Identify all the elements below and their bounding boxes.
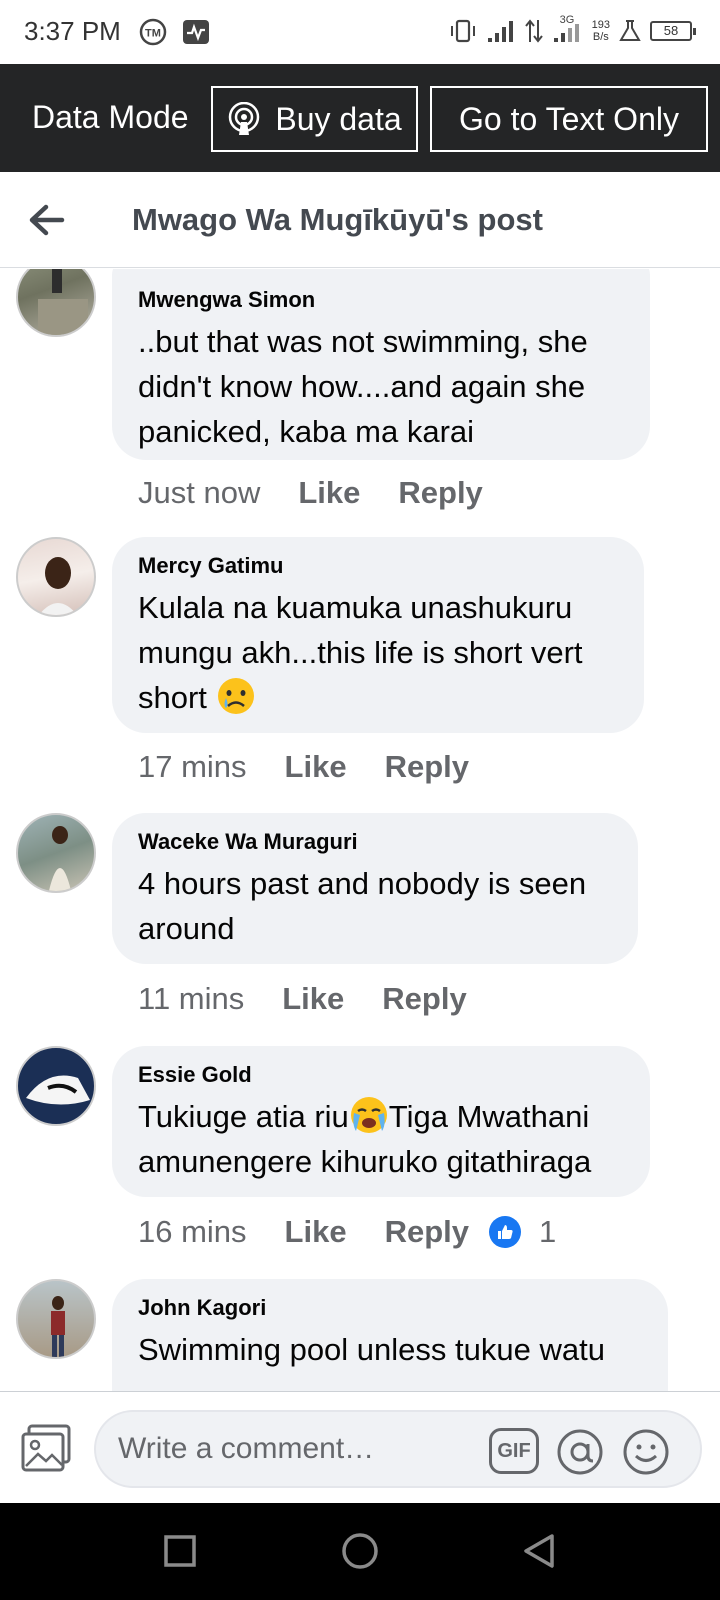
- recent-apps-icon[interactable]: [160, 1531, 200, 1571]
- speed-unit: B/s: [592, 31, 609, 43]
- avatar[interactable]: [16, 537, 96, 617]
- reply-button[interactable]: Reply: [385, 1214, 469, 1250]
- page-title: Mwago Wa Mugīkūyū's post: [132, 202, 543, 237]
- comment-list: Mwengwa Simon ..but that was not swimmin…: [0, 269, 720, 1391]
- like-button[interactable]: Like: [282, 981, 344, 1017]
- comment-actions: 11 mins Like Reply: [138, 981, 467, 1017]
- avatar-photo: [51, 1296, 65, 1357]
- comment-author[interactable]: Mercy Gatimu: [138, 553, 618, 579]
- network-speed: 193 B/s: [592, 19, 610, 43]
- avatar-photo: [26, 1075, 90, 1105]
- reply-button[interactable]: Reply: [385, 749, 469, 785]
- post-header: Mwago Wa Mugīkūyū's post: [0, 172, 720, 268]
- avatar-photo: [38, 269, 88, 335]
- signal-3g: 3G: [552, 14, 584, 44]
- data-mode-label: Data Mode: [32, 99, 189, 135]
- buy-data-button[interactable]: Buy data: [211, 86, 418, 152]
- reply-button[interactable]: Reply: [398, 475, 482, 511]
- svg-text:TM: TM: [145, 28, 161, 40]
- comment-composer: GIF: [0, 1391, 720, 1503]
- like-button[interactable]: Like: [285, 749, 347, 785]
- comment-bubble[interactable]: Waceke Wa Muraguri 4 hours past and nobo…: [112, 813, 638, 964]
- comment-actions: Just now Like Reply: [138, 475, 483, 511]
- battery-indicator: 58: [650, 21, 696, 41]
- activity-icon: [183, 20, 209, 44]
- flask-icon: [619, 20, 641, 41]
- system-navigation-bar: [0, 1503, 720, 1600]
- home-icon[interactable]: [340, 1531, 380, 1571]
- comment-actions: 16 mins Like Reply 1: [138, 1214, 556, 1250]
- tm-icon: TM: [139, 18, 167, 46]
- back-icon[interactable]: [520, 1531, 560, 1571]
- avatar[interactable]: [16, 269, 96, 337]
- status-bar: 3:37 PM TM 3G 193 B/s 58: [0, 0, 720, 64]
- signal-icon: [487, 21, 513, 42]
- comment-text: Kulala na kuamuka unashukuru mungu akh..…: [138, 590, 592, 715]
- broadcast-icon: [229, 102, 260, 135]
- speed-value: 193: [591, 19, 610, 31]
- thumbs-up-icon[interactable]: [489, 1216, 521, 1248]
- comment-time[interactable]: Just now: [138, 475, 260, 511]
- like-button[interactable]: Like: [285, 1214, 347, 1250]
- avatar[interactable]: [16, 813, 96, 893]
- reaction-count[interactable]: 1: [539, 1214, 556, 1250]
- photo-icon[interactable]: [20, 1424, 72, 1474]
- sad-tear-emoji-icon: [217, 678, 254, 714]
- comment-text-wrap: Kulala na kuamuka unashukuru mungu akh..…: [138, 585, 618, 720]
- buy-data-label: Buy data: [275, 100, 402, 137]
- comment-author[interactable]: Waceke Wa Muraguri: [138, 829, 612, 855]
- like-button[interactable]: Like: [298, 475, 360, 511]
- avatar-photo: [39, 557, 77, 615]
- reply-button[interactable]: Reply: [382, 981, 466, 1017]
- vibrate-icon: [450, 19, 475, 43]
- gif-button[interactable]: GIF: [489, 1428, 539, 1474]
- comment-author[interactable]: Essie Gold: [138, 1062, 624, 1088]
- data-transfer-icon: [524, 19, 543, 43]
- comment-time[interactable]: 11 mins: [138, 981, 244, 1017]
- comment-author[interactable]: Mwengwa Simon: [138, 287, 624, 313]
- at-mention-icon[interactable]: [556, 1428, 604, 1476]
- status-time: 3:37 PM: [24, 16, 121, 46]
- go-to-text-only-button[interactable]: Go to Text Only: [430, 86, 708, 152]
- comment-text: Swimming pool unless tukue watu: [138, 1332, 605, 1367]
- signal-bars-icon: [553, 24, 579, 42]
- status-indicators: 3G 193 B/s 58: [448, 14, 696, 48]
- comment-text: ..but that was not swimming, she didn't …: [138, 324, 597, 449]
- comment-bubble[interactable]: Mercy Gatimu Kulala na kuamuka unashukur…: [112, 537, 644, 733]
- comment-text: Tukiuge atia riu: [138, 1099, 349, 1134]
- comment-input[interactable]: [94, 1410, 702, 1488]
- avatar[interactable]: [16, 1046, 96, 1126]
- comment-text: 4 hours past and nobody is seen around: [138, 866, 595, 946]
- data-mode-bar: Data Mode Buy data Go to Text Only: [0, 64, 720, 172]
- comment-author[interactable]: John Kagori: [138, 1295, 642, 1321]
- thumbs-up-glyph: [498, 1225, 513, 1239]
- comment-time[interactable]: 17 mins: [138, 749, 247, 785]
- comment-bubble[interactable]: John Kagori Swimming pool unless tukue w…: [112, 1279, 668, 1391]
- comment-text-wrap: Tukiuge atia riu Tiga Mwathani amunenger…: [138, 1094, 624, 1184]
- emoji-icon[interactable]: [622, 1428, 670, 1476]
- comment-actions: 17 mins Like Reply: [138, 749, 469, 785]
- loudly-crying-emoji-icon: [350, 1097, 387, 1133]
- avatar[interactable]: [16, 1279, 96, 1359]
- comment-time[interactable]: 16 mins: [138, 1214, 247, 1250]
- back-arrow-icon[interactable]: [26, 200, 66, 240]
- gif-label: GIF: [497, 1439, 531, 1462]
- comment-bubble[interactable]: Essie Gold Tukiuge atia riu Tiga Mwathan…: [112, 1046, 650, 1197]
- comment-bubble[interactable]: Mwengwa Simon ..but that was not swimmin…: [112, 269, 650, 460]
- avatar-photo: [48, 826, 72, 891]
